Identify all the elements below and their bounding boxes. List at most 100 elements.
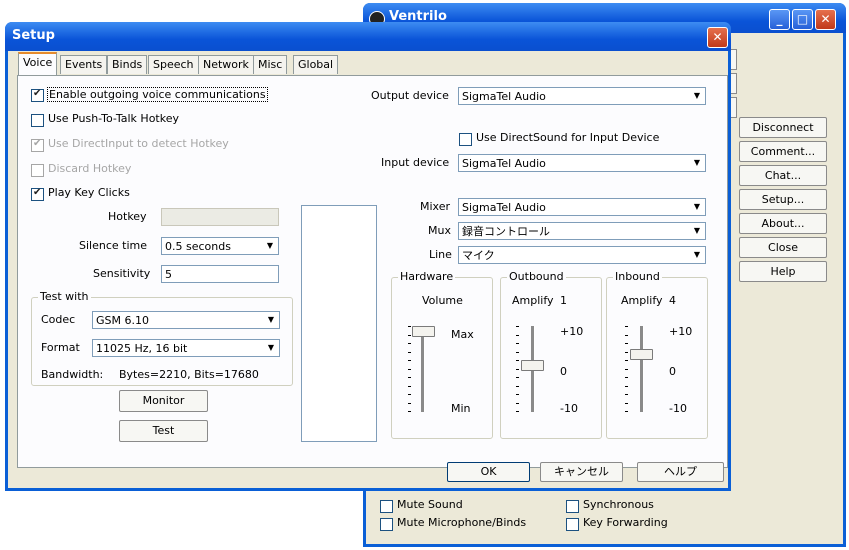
volume-slider-track [421,326,425,412]
chat-button[interactable]: Chat... [739,165,827,186]
chevron-down-icon[interactable]: ▼ [690,89,704,103]
output-device-label: Output device [371,89,449,102]
minimize-icon: _ [776,12,783,26]
help-button[interactable]: ヘルプ [637,462,724,482]
outbound-amplify-value: 1 [560,294,567,307]
mixer-value: SigmaTel Audio [462,201,546,214]
slider-tick [408,326,411,327]
chevron-down-icon[interactable]: ▼ [264,341,278,355]
input-device-select[interactable]: SigmaTel Audio ▼ [458,154,706,172]
inbound-slider[interactable] [622,326,653,412]
mux-value: 録音コントロール [462,225,550,238]
directsound-checkbox[interactable] [459,133,472,146]
slider-tick [408,403,411,404]
setup-titlebar[interactable]: Setup ✕ [5,22,731,51]
inbound-title: Inbound [613,270,662,283]
mute-microphone-checkbox[interactable] [380,518,393,531]
tab-voice[interactable]: Voice [18,52,58,75]
slider-tick [625,403,628,404]
ok-button[interactable]: OK [447,462,530,482]
sensitivity-field[interactable]: 5 [161,265,279,283]
synchronous-label: Synchronous [583,498,654,511]
chevron-down-icon[interactable]: ▼ [690,156,704,170]
bandwidth-value: Bytes=2210, Bits=17680 [119,368,259,381]
mux-select[interactable]: 録音コントロール ▼ [458,222,706,240]
chevron-down-icon[interactable]: ▼ [690,248,704,262]
outbound-title: Outbound [507,270,566,283]
close-button[interactable]: Close [739,237,827,258]
tab-misc[interactable]: Misc [253,55,288,74]
chevron-down-icon[interactable]: ▼ [690,200,704,214]
slider-tick [625,411,628,412]
cancel-button[interactable]: キャンセル [540,462,623,482]
maximize-button[interactable]: □ [792,9,813,30]
inbound-zero-label: 0 [669,365,676,378]
enable-outgoing-checkbox[interactable] [31,88,44,102]
line-label: Line [429,248,452,261]
slider-tick [625,335,628,336]
voice-tab-panel: Enable outgoing voice communications Use… [17,75,728,468]
setup-button[interactable]: Setup... [739,189,827,210]
codec-value: GSM 6.10 [96,314,149,327]
minimize-button[interactable]: _ [769,9,790,30]
test-button[interactable]: Test [119,420,208,442]
discard-hotkey-checkbox[interactable] [31,164,44,177]
directinput-checkbox[interactable] [31,138,44,152]
tab-global[interactable]: Global [293,55,339,74]
slider-tick [408,352,411,353]
test-with-title: Test with [38,290,91,303]
inbound-amplify-value: 4 [669,294,676,307]
about-button[interactable]: About... [739,213,827,234]
play-key-clicks-checkbox[interactable] [31,187,44,201]
chevron-down-icon[interactable]: ▼ [263,239,277,253]
comment-button[interactable]: Comment... [739,141,827,162]
slider-tick [408,369,411,370]
tab-events[interactable]: Events [60,55,108,74]
volume-slider[interactable] [408,326,438,412]
line-select[interactable]: マイク ▼ [458,246,706,264]
slider-tick [516,394,519,395]
mute-microphone-label: Mute Microphone/Binds [397,516,527,529]
ventrilo-close-button[interactable]: ✕ [815,9,836,30]
hotkey-label: Hotkey [108,210,147,223]
play-key-clicks-label: Play Key Clicks [48,186,130,199]
chevron-down-icon[interactable]: ▼ [690,224,704,238]
help-button[interactable]: Help [739,261,827,282]
slider-tick [516,343,519,344]
hotkey-field[interactable] [161,208,279,226]
slider-tick [516,369,519,370]
discard-hotkey-label: Discard Hotkey [48,162,132,175]
chevron-down-icon[interactable]: ▼ [264,313,278,327]
level-meter [301,205,377,442]
volume-label: Volume [422,294,463,307]
outbound-slider-thumb[interactable] [521,360,544,371]
format-value: 11025 Hz, 16 bit [96,342,188,355]
format-select[interactable]: 11025 Hz, 16 bit ▼ [92,339,280,357]
setup-close-button[interactable]: ✕ [707,27,728,48]
inbound-slider-thumb[interactable] [630,349,653,360]
tab-binds[interactable]: Binds [107,55,148,74]
outbound-slider[interactable] [513,326,544,412]
tab-speech[interactable]: Speech [148,55,199,74]
slider-tick [516,335,519,336]
outbound-zero-label: 0 [560,365,567,378]
monitor-button[interactable]: Monitor [119,390,208,412]
slider-tick [408,360,411,361]
mute-sound-checkbox[interactable] [380,500,393,513]
synchronous-checkbox[interactable] [566,500,579,513]
setup-title: Setup [12,28,55,43]
output-device-select[interactable]: SigmaTel Audio ▼ [458,87,706,105]
tab-network[interactable]: Network [198,55,254,74]
mute-sound-label: Mute Sound [397,498,463,511]
input-device-value: SigmaTel Audio [462,157,546,170]
mixer-select[interactable]: SigmaTel Audio ▼ [458,198,706,216]
disconnect-button[interactable]: Disconnect [739,117,827,138]
close-icon: ✕ [820,12,831,26]
codec-select[interactable]: GSM 6.10 ▼ [92,311,280,329]
volume-slider-thumb[interactable] [412,326,435,337]
silence-time-select[interactable]: 0.5 seconds ▼ [161,237,279,255]
push-to-talk-checkbox[interactable] [31,114,44,127]
inbound-minus-label: -10 [669,402,687,415]
key-forwarding-checkbox[interactable] [566,518,579,531]
slider-tick [408,394,411,395]
